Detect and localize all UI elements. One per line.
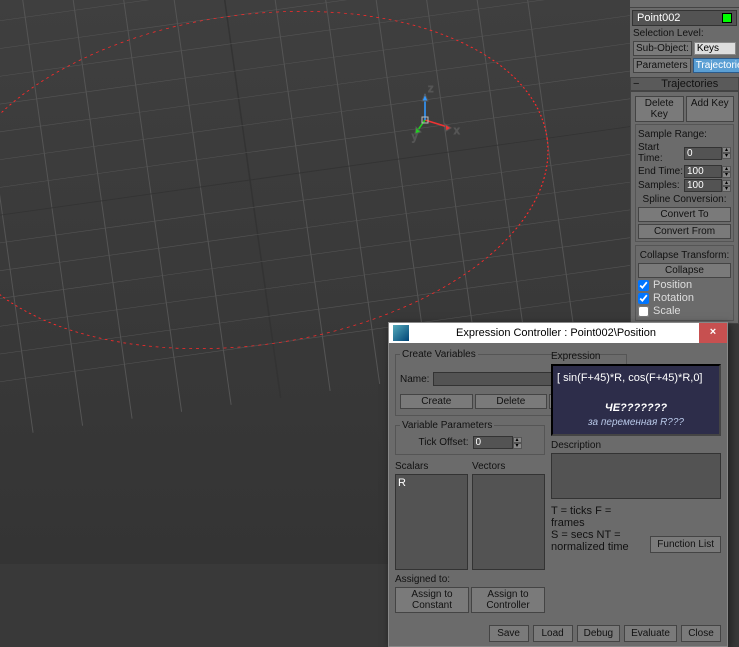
save-button[interactable]: Save	[489, 625, 529, 642]
position-checkbox[interactable]	[638, 280, 649, 291]
position-label: Position	[653, 279, 692, 291]
variable-parameters-group: Variable Parameters Tick Offset: ▴▾	[395, 420, 545, 455]
legend-line-1: T = ticks F = frames	[551, 505, 644, 529]
close-icon[interactable]: ×	[699, 323, 727, 343]
collapse-button[interactable]: Collapse	[638, 263, 731, 278]
legend-text: T = ticks F = frames S = secs NT = norma…	[551, 505, 644, 553]
sub-object-button[interactable]: Sub-Object:	[633, 41, 692, 56]
expression-controller-dialog: Expression Controller : Point002\Positio…	[388, 322, 728, 647]
annotation-subtext: за переменная R???	[553, 417, 719, 428]
parameters-button[interactable]: Parameters	[633, 58, 691, 73]
description-textarea[interactable]	[551, 453, 721, 499]
load-button[interactable]: Load	[533, 625, 573, 642]
expression-textarea[interactable]: [ sin(F+45)*R, cos(F+45)*R,0] ЧЕ??????? …	[551, 364, 721, 436]
axis-x-label: x	[454, 125, 460, 137]
rollout-title: Trajectories	[643, 78, 736, 90]
delete-key-button[interactable]: Delete Key	[635, 96, 684, 122]
command-panel: Point002 Selection Level: Sub-Object: Ke…	[630, 0, 739, 300]
annotation-text: ЧЕ???????	[605, 402, 667, 414]
end-time-input[interactable]	[684, 165, 722, 178]
create-variables-legend: Create Variables	[400, 349, 478, 360]
evaluate-button[interactable]: Evaluate	[624, 625, 677, 642]
expression-text: [ sin(F+45)*R, cos(F+45)*R,0]	[557, 372, 703, 384]
assign-to-controller-button[interactable]: Assign to Controller	[471, 587, 545, 613]
function-list-button[interactable]: Function List	[650, 536, 721, 553]
axis-z-label: z	[428, 83, 434, 95]
scalars-label: Scalars	[395, 461, 468, 472]
start-time-input[interactable]	[684, 147, 722, 160]
close-button[interactable]: Close	[681, 625, 721, 642]
name-label: Name:	[400, 374, 429, 385]
spinner-arrows[interactable]: ▴▾	[722, 166, 731, 178]
samples-label: Samples:	[638, 180, 684, 191]
trajectories-button[interactable]: Trajectories	[693, 58, 739, 73]
expression-label: Expression	[551, 351, 721, 362]
spinner-arrows[interactable]: ▴▾	[722, 180, 731, 192]
object-name: Point002	[637, 12, 680, 24]
description-label: Description	[551, 440, 721, 451]
rotation-label: Rotation	[653, 292, 694, 304]
annotation-overlay: ЧЕ??????? за переменная R???	[553, 394, 719, 428]
spinner-arrows[interactable]: ▴▾	[513, 437, 522, 449]
scale-checkbox[interactable]	[638, 306, 649, 317]
sub-object-select[interactable]: Keys	[694, 42, 736, 55]
dialog-title: Expression Controller : Point002\Positio…	[413, 327, 699, 339]
dialog-titlebar[interactable]: Expression Controller : Point002\Positio…	[389, 323, 727, 343]
vectors-label: Vectors	[472, 461, 545, 472]
scalars-listbox[interactable]: R	[395, 474, 468, 570]
scale-label: Scale	[653, 305, 681, 317]
delete-button[interactable]: Delete	[475, 394, 548, 409]
sample-range-label: Sample Range:	[638, 129, 731, 140]
spline-conversion-label: Spline Conversion:	[638, 194, 731, 205]
tick-offset-input[interactable]	[473, 436, 513, 449]
vectors-listbox[interactable]	[472, 474, 545, 570]
spinner-arrows[interactable]: ▴▾	[722, 147, 731, 159]
legend-line-2: S = secs NT = normalized time	[551, 529, 644, 553]
selection-level-label: Selection Level:	[633, 28, 736, 39]
add-key-button[interactable]: Add Key	[686, 96, 735, 122]
collapse-transform-label: Collapse Transform:	[638, 250, 731, 261]
panel-tabs[interactable]	[630, 0, 739, 8]
move-gizmo[interactable]	[415, 94, 451, 134]
assign-to-constant-button[interactable]: Assign to Constant	[395, 587, 469, 613]
debug-button[interactable]: Debug	[577, 625, 620, 642]
axis-y-label: y	[412, 131, 418, 143]
convert-to-button[interactable]: Convert To	[638, 207, 731, 222]
rotation-checkbox[interactable]	[638, 293, 649, 304]
variable-parameters-legend: Variable Parameters	[400, 420, 494, 431]
create-button[interactable]: Create	[400, 394, 473, 409]
start-time-label: Start Time:	[638, 142, 684, 164]
assigned-to-label: Assigned to:	[395, 574, 545, 585]
end-time-label: End Time:	[638, 166, 684, 177]
convert-from-button[interactable]: Convert From	[638, 224, 731, 239]
list-item[interactable]: R	[398, 477, 465, 489]
rollout-toggle[interactable]: −	[633, 78, 639, 90]
app-icon	[393, 325, 409, 341]
samples-input[interactable]	[684, 179, 722, 192]
tick-offset-label: Tick Offset:	[418, 437, 468, 448]
object-color-swatch[interactable]	[722, 13, 732, 23]
